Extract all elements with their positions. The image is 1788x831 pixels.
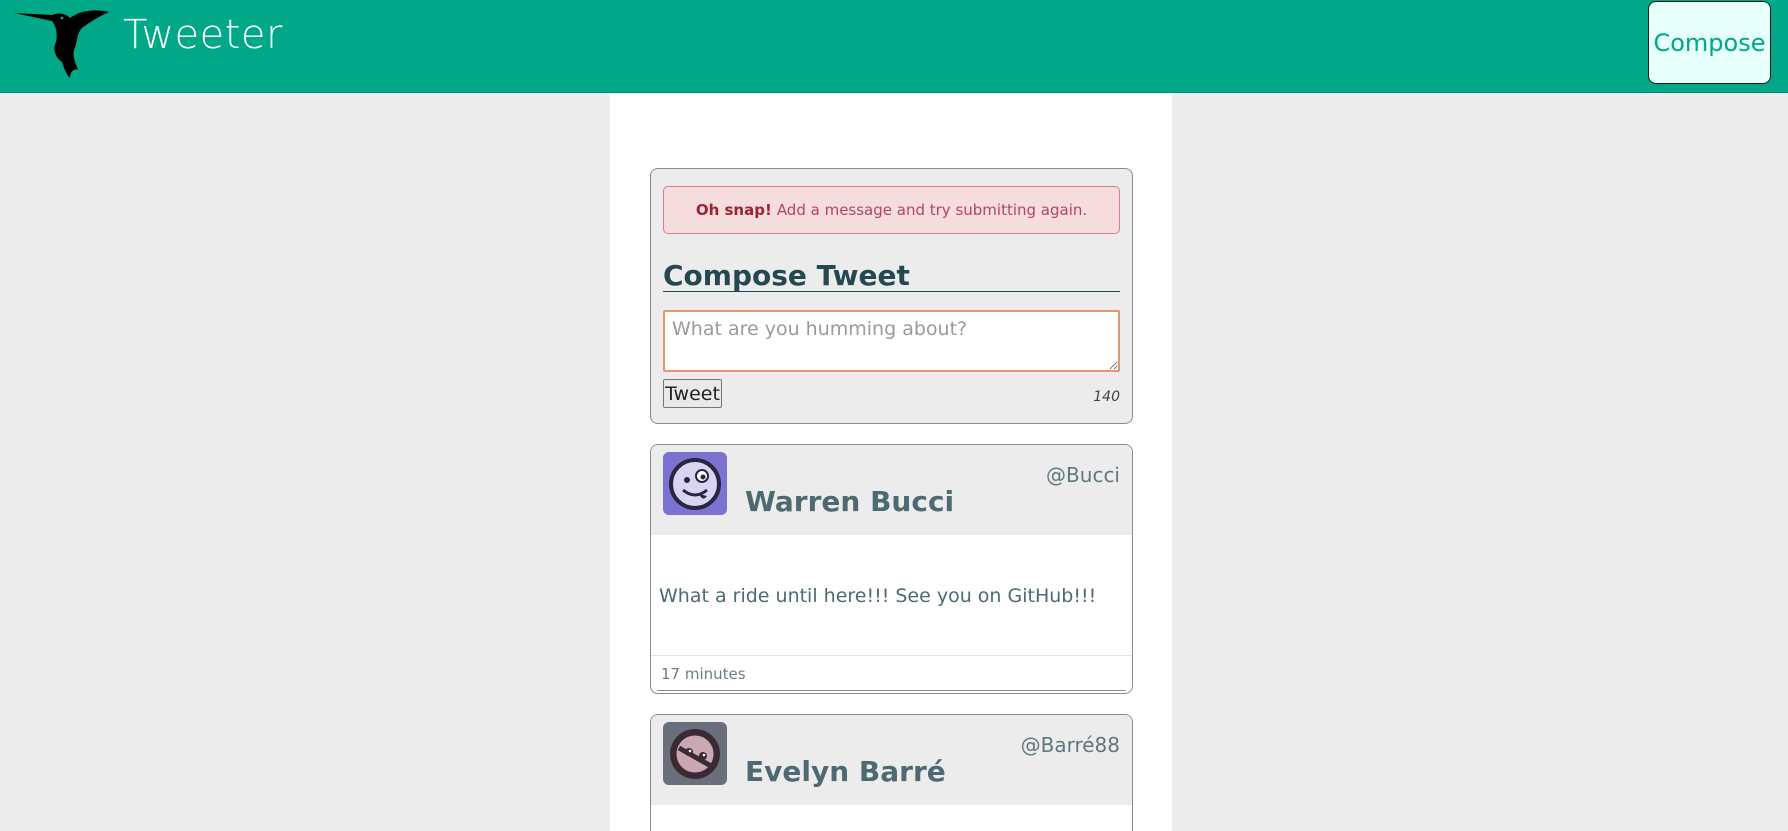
user-handle: @Bucci [1046,463,1120,487]
footer-divider [657,690,1126,691]
character-counter: 140 [1093,389,1120,405]
avatar-face-icon [663,722,727,785]
tweet-footer: 17 minutes [651,655,1132,693]
top-nav: Tweeter Compose [0,0,1788,93]
avatar-face-icon [663,452,727,515]
display-name: Evelyn Barré [745,755,946,788]
tweet-card: Warren Bucci @Bucci What a ride until he… [650,444,1133,694]
error-alert: Oh snap! Add a message and try submittin… [663,186,1120,234]
hummingbird-icon [14,10,109,78]
compose-title: Compose Tweet [663,259,1120,292]
alert-message: Add a message and try submitting again. [776,201,1088,219]
tweet-card: Evelyn Barré @Barré88 [650,714,1133,831]
tweet-text: What a ride until here!!! See you on Git… [659,585,1097,607]
tweet-submit-button[interactable]: Tweet [663,379,722,408]
main-column: Oh snap! Add a message and try submittin… [610,94,1172,831]
user-handle: @Barré88 [1020,733,1120,757]
app-title: Tweeter [123,12,283,58]
tweet-timestamp: 17 minutes [661,665,746,683]
alert-strong-text: Oh snap! [695,201,772,219]
compose-tweet-form: Oh snap! Add a message and try submittin… [650,168,1133,424]
tweet-header: Warren Bucci @Bucci [651,445,1132,535]
display-name: Warren Bucci [745,485,955,518]
compose-button[interactable]: Compose [1648,1,1771,84]
tweet-header: Evelyn Barré @Barré88 [651,715,1132,805]
tweet-textarea[interactable] [663,310,1120,372]
